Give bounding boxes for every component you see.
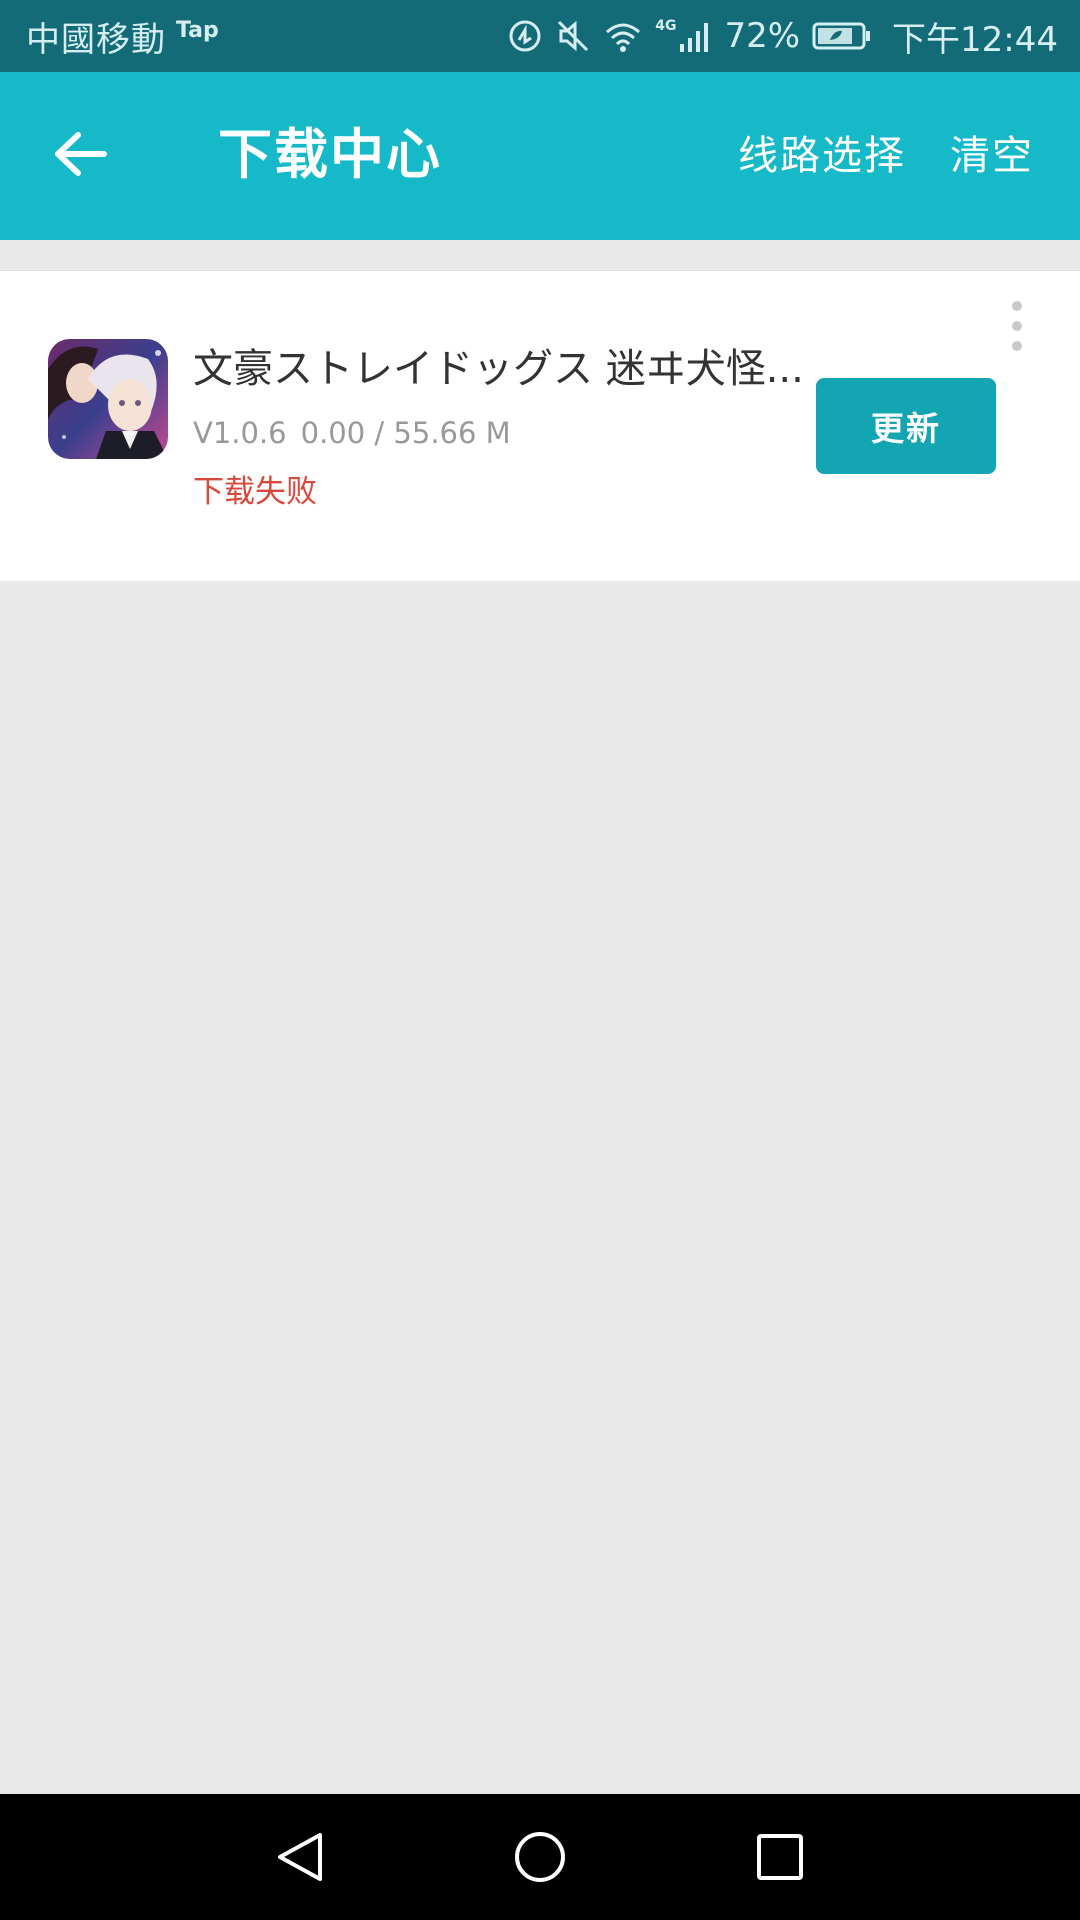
app-meta: V1.0.6 0.00 / 55.66 M [193,413,511,453]
game-app-icon [48,339,168,459]
carrier-name: 中國移動 [26,19,166,60]
battery-percent: 72% [724,16,801,56]
status-icons: 4G 72% 下午12:44 [507,12,1058,61]
app-name: 文豪ストレイドッグス 迷ヰ犬怪... [193,346,804,392]
wifi-icon [603,18,643,54]
arrow-left-icon [52,130,108,182]
route-select-button[interactable]: 线路选择 [738,130,906,182]
status-bar: 中國移動 Tap 4G 72% 下午12:44 [0,0,1080,72]
download-progress: 0.00 / 55.66 M [300,416,511,450]
carrier-tag: Tap [176,17,219,43]
content-divider [0,240,1080,271]
app-version: V1.0.6 [193,416,287,450]
clock: 下午12:44 [892,19,1058,60]
download-item[interactable]: 文豪ストレイドッグス 迷ヰ犬怪... V1.0.6 0.00 / 55.66 M … [0,271,1080,581]
network-type-label: 4G [655,18,677,34]
update-button[interactable]: 更新 [816,378,996,474]
download-status: 下载失败 [193,474,317,510]
navigation-bar [0,1794,1080,1920]
battery-icon [812,20,872,52]
clear-button[interactable]: 清空 [950,130,1034,182]
more-vertical-icon[interactable] [1002,301,1032,351]
signal-icon: 4G [655,18,712,54]
data-saver-icon [507,18,543,54]
nav-home-icon[interactable] [504,1821,576,1893]
nav-recent-icon[interactable] [744,1821,816,1893]
nav-back-icon[interactable] [264,1821,336,1893]
app-bar: 下载中心 线路选择 清空 [0,72,1080,240]
page-title: 下载中心 [218,123,442,186]
mute-icon [555,18,591,54]
back-button[interactable] [40,116,120,196]
